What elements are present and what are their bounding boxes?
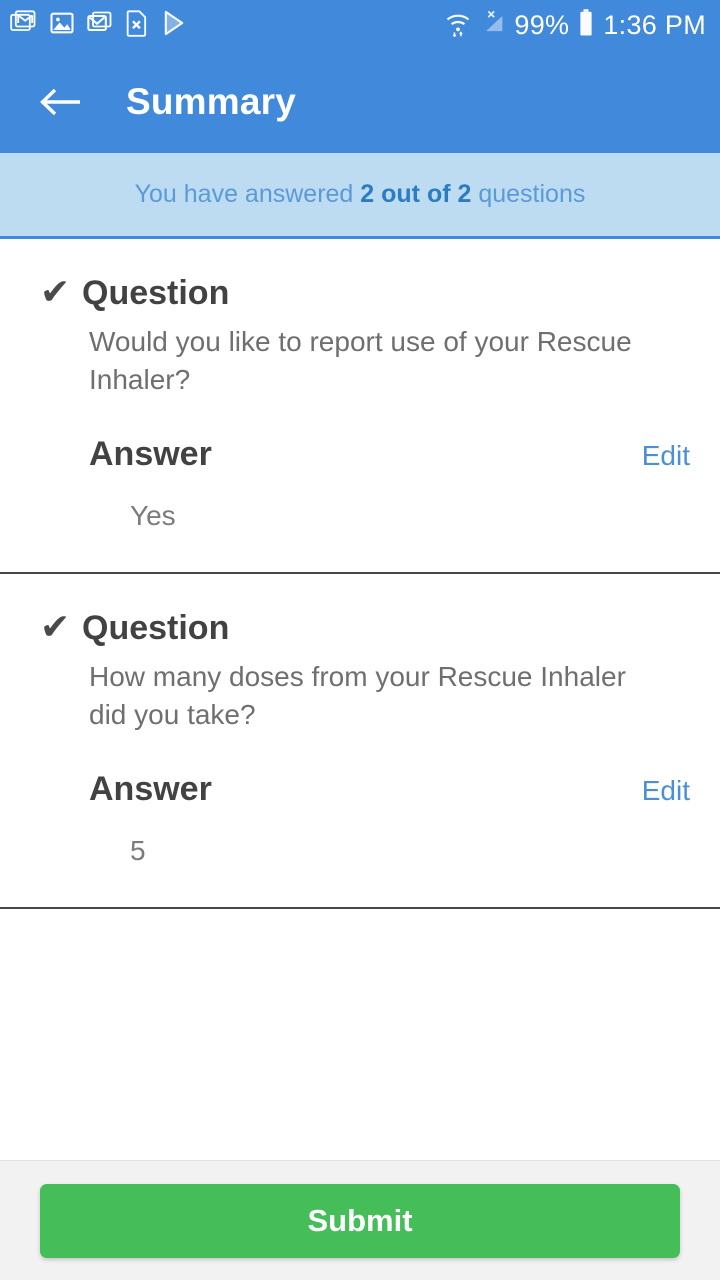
edit-answer-link[interactable]: Edit [642, 440, 690, 472]
question-block: ✔ Question How many doses from your Resc… [0, 574, 720, 909]
progress-banner: You have answered 2 out of 2 questions [0, 153, 720, 239]
banner-suffix: questions [471, 180, 586, 208]
question-label: Question [82, 609, 230, 647]
answer-header: Answer Edit [0, 399, 720, 474]
question-block: ✔ Question Would you like to report use … [0, 239, 720, 574]
question-text: How many doses from your Rescue Inhaler … [89, 661, 626, 730]
back-arrow-icon[interactable] [38, 79, 84, 125]
question-label: Question [82, 274, 230, 312]
question-text: Would you like to report use of your Res… [89, 326, 632, 395]
status-system-icons: 99% 1:36 PM [444, 8, 706, 43]
email-icon [86, 9, 114, 42]
edit-answer-link[interactable]: Edit [642, 775, 690, 807]
banner-prefix: You have answered [134, 180, 361, 208]
play-store-icon [160, 9, 188, 42]
file-x-icon [124, 9, 150, 42]
clock-label: 1:36 PM [603, 9, 706, 40]
app-bar: Summary [0, 50, 720, 153]
status-bar: 99% 1:36 PM [0, 0, 720, 50]
page-title: Summary [126, 80, 297, 122]
footer-bar: Submit [0, 1160, 720, 1280]
summary-list: ✔ Question Would you like to report use … [0, 239, 720, 1160]
answer-label: Answer [89, 770, 212, 808]
photos-icon [48, 9, 76, 42]
cellular-no-signal-icon [479, 9, 507, 42]
wifi-icon [444, 9, 472, 42]
app-screen: 99% 1:36 PM Summary You have answered 2 … [0, 0, 720, 1280]
answer-label: Answer [89, 435, 212, 473]
battery-full-icon [576, 8, 596, 43]
question-header: ✔ Question [0, 273, 720, 313]
check-icon: ✔ [40, 606, 71, 647]
status-notification-icons [10, 9, 188, 42]
check-icon: ✔ [40, 271, 71, 312]
question-header: ✔ Question [0, 608, 720, 648]
banner-highlight: 2 out of 2 [360, 180, 472, 208]
answer-header: Answer Edit [0, 734, 720, 809]
gmail-icon [10, 9, 38, 42]
battery-percent-label: 99% [514, 9, 570, 40]
answer-value: Yes [130, 500, 176, 531]
submit-button[interactable]: Submit [40, 1183, 680, 1258]
answer-value: 5 [130, 835, 146, 866]
